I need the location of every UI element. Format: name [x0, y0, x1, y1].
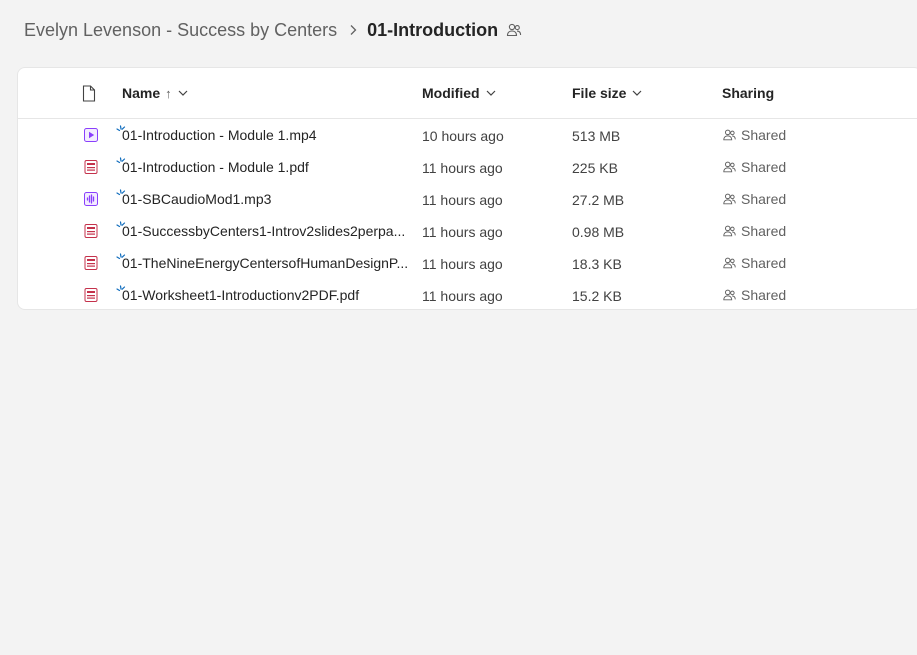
breadcrumb-parent-link[interactable]: Evelyn Levenson - Success by Centers [24, 20, 337, 41]
sharing-label: Shared [741, 287, 787, 303]
sharing-label: Shared [741, 255, 787, 271]
shared-people-icon [723, 289, 736, 301]
column-header-sharing[interactable]: Sharing [722, 68, 774, 118]
pdf-file-icon [84, 288, 98, 302]
shared-people-icon[interactable] [506, 22, 522, 38]
column-header-file-size-label: File size [572, 85, 627, 101]
file-name[interactable]: 01-TheNineEnergyCentersofHumanDesignP... [122, 247, 408, 279]
breadcrumb-current-folder: 01-Introduction [367, 19, 499, 40]
file-size: 513 MB [572, 128, 621, 144]
sharing-label: Shared [741, 127, 787, 143]
shared-people-icon [723, 257, 736, 269]
file-modified: 11 hours ago [422, 160, 503, 176]
sharing-status[interactable]: Shared [722, 279, 786, 311]
video-file-icon [84, 128, 98, 142]
column-header-name[interactable]: Name ↑ [122, 68, 188, 118]
chevron-down-icon [486, 90, 496, 96]
column-header-sharing-label: Sharing [722, 85, 775, 101]
file-list-header: Name ↑ Modified File size Sharing [18, 68, 917, 119]
sharing-status[interactable]: Shared [722, 215, 786, 247]
pdf-file-icon [84, 256, 98, 270]
table-row[interactable]: 01-Introduction - Module 1.pdf 11 hours … [18, 151, 917, 183]
file-size: 0.98 MB [572, 224, 625, 240]
sharing-status[interactable]: Shared [722, 247, 786, 279]
audio-file-icon [84, 192, 98, 206]
file-name[interactable]: 01-SBCaudioMod1.mp3 [122, 183, 271, 215]
file-size: 18.3 KB [572, 256, 622, 272]
shared-people-icon [723, 129, 736, 141]
table-row[interactable]: 01-TheNineEnergyCentersofHumanDesignP...… [18, 247, 917, 279]
table-row[interactable]: 01-Introduction - Module 1.mp4 10 hours … [18, 119, 917, 151]
breadcrumb: Evelyn Levenson - Success by Centers 01-… [24, 16, 522, 44]
sharing-label: Shared [741, 191, 787, 207]
file-modified: 11 hours ago [422, 192, 503, 208]
table-row[interactable]: 01-Worksheet1-Introductionv2PDF.pdf 11 h… [18, 279, 917, 311]
sharing-status[interactable]: Shared [722, 151, 786, 183]
shared-people-icon [723, 193, 736, 205]
file-type-column-icon[interactable] [82, 68, 96, 118]
file-name[interactable]: 01-Worksheet1-Introductionv2PDF.pdf [122, 279, 359, 311]
shared-people-icon [723, 161, 736, 173]
file-name[interactable]: 01-SuccessbyCenters1-Introv2slides2perpa… [122, 215, 405, 247]
sharing-label: Shared [741, 159, 787, 175]
sharing-label: Shared [741, 223, 787, 239]
column-header-modified[interactable]: Modified [422, 68, 496, 118]
chevron-down-icon [178, 90, 188, 96]
file-list: Name ↑ Modified File size Sharing 01-Int… [17, 67, 917, 310]
file-modified: 11 hours ago [422, 288, 503, 304]
chevron-down-icon [632, 90, 642, 96]
file-size: 15.2 KB [572, 288, 622, 304]
sharing-status[interactable]: Shared [722, 119, 786, 151]
chevron-right-icon [349, 24, 357, 36]
column-header-modified-label: Modified [422, 85, 480, 101]
sharing-status[interactable]: Shared [722, 183, 786, 215]
column-header-name-label: Name [122, 85, 161, 101]
file-name[interactable]: 01-Introduction - Module 1.pdf [122, 151, 309, 183]
column-header-file-size[interactable]: File size [572, 68, 642, 118]
table-row[interactable]: 01-SuccessbyCenters1-Introv2slides2perpa… [18, 215, 917, 247]
file-size: 27.2 MB [572, 192, 625, 208]
pdf-file-icon [84, 160, 98, 174]
table-row[interactable]: 01-SBCaudioMod1.mp3 11 hours ago 27.2 MB… [18, 183, 917, 215]
file-size: 225 KB [572, 160, 618, 176]
shared-people-icon [723, 225, 736, 237]
file-modified: 11 hours ago [422, 256, 503, 272]
sort-ascending-icon: ↑ [165, 85, 172, 101]
file-name[interactable]: 01-Introduction - Module 1.mp4 [122, 119, 317, 151]
file-modified: 10 hours ago [422, 128, 504, 144]
pdf-file-icon [84, 224, 98, 238]
file-modified: 11 hours ago [422, 224, 503, 240]
